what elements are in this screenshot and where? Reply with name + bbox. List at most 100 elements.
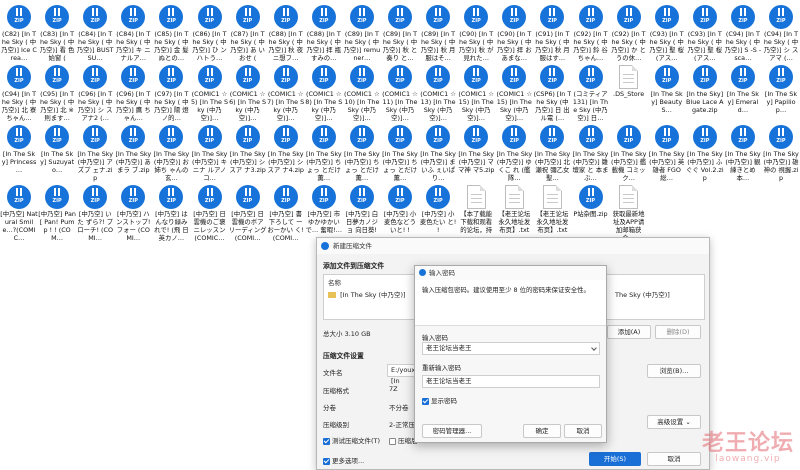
zip-file-item[interactable]: ZIP (C90) [In The Sky ( 中乃空)] 秋 が見れた… xyxy=(457,2,495,62)
zip-file-item[interactable]: ZIP (C89) [In The Sky ( 中乃空)] 秋 と 奏り と… xyxy=(381,2,419,62)
zip-file-item[interactable]: ZIP (C83) [In The Sky ( 中乃空)] 看 色始窗 ( xyxy=(38,2,76,62)
show-password-checkbox[interactable]: 显示密码 xyxy=(422,395,457,405)
zip-file-item[interactable]: ZIP [In The Sky (中乃空)] 英雄者 FGO総… xyxy=(648,122,686,182)
browse-button[interactable]: 浏览(B)... xyxy=(647,364,701,378)
zip-file-item[interactable]: ZIP [In the Sky] Blue Lace Agate.zip xyxy=(686,62,724,122)
zip-file-item[interactable]: ZIP (C88) [In The Sky ( 中乃空)] 拝 瓶すみの… xyxy=(305,2,343,62)
zip-file-item[interactable]: ZIP (C88) [In The Sky ( 中乃空)] 秋 夜ニ想フ… xyxy=(267,2,305,62)
zip-file-item[interactable]: ZIP [In The Sky] Suzuyato… xyxy=(38,122,76,182)
name-column-header[interactable]: 名称 xyxy=(328,277,341,287)
zip-file-item[interactable]: ZIP (C90) [In The Sky ( 中乃空)] 拝 おあまな… xyxy=(495,2,533,62)
volume-select[interactable]: 不分卷 xyxy=(389,402,409,412)
add-button[interactable]: 添加(A) xyxy=(607,325,651,339)
zip-file-item[interactable]: ZIP (CSP6) [In The Sky (中乃空)] 日 出ル電 (… xyxy=(533,62,571,122)
zip-file-item[interactable]: ZIP [In The Sky (中乃空)] キニナ ルアノコ… xyxy=(191,122,229,182)
document-file-item[interactable]: 【本了载能 下载和观看 的论坛，持 xyxy=(457,182,495,242)
zip-file-item[interactable]: ZIP P站杂图.zip xyxy=(572,182,610,242)
zip-file-item[interactable]: ZIP [中乃空] 小 麦色たい と! ! xyxy=(419,182,457,242)
zip-file-item[interactable]: ZIP [In The Sky] Beauty S… xyxy=(648,62,686,122)
zip-file-item[interactable]: ZIP (C93) [In The Sky ( 中乃空)] 聖 桜 (アス… xyxy=(686,2,724,62)
advanced-settings-button[interactable]: 高级设置 ⌄ xyxy=(647,415,701,429)
password-input[interactable]: 老王论坛当老王 xyxy=(422,342,600,355)
zip-file-item[interactable]: ZIP [中乃空] Pan[ Pan! Pump ! ! (COM… xyxy=(38,182,76,242)
zip-file-item[interactable]: ZIP (C97) [In The Sky ( 中乃空)] 陽 燈ノ的… xyxy=(152,62,190,122)
document-file-item[interactable]: .DS_Store xyxy=(610,62,648,122)
zip-file-item[interactable]: ZIP [In The Sky (中乃空)] ちょっ とだけ薫… xyxy=(381,122,419,182)
zip-file-item[interactable]: ZIP [In The Sky] Emerald… xyxy=(724,62,762,122)
dialog-ok-button[interactable]: 确定 xyxy=(523,424,561,438)
zip-file-item[interactable]: ZIP [In The Sky (中乃空)] アズプ ェナ.zip xyxy=(76,122,114,182)
compress-window-titlebar[interactable]: 新建压缩文件 xyxy=(317,238,709,254)
zip-file-item[interactable]: ZIP (C93) [In The Sky ( 中乃空)] 聖 桜 (アス… xyxy=(648,2,686,62)
zip-file-item[interactable]: ZIP (COMIC1 ☆15) [In The Sky (中乃空)]… xyxy=(457,62,495,122)
zip-file-item[interactable]: ZIP [In The Sky (中乃空)] 北瀬祝 彌乙女聖… xyxy=(533,122,571,182)
password-manager-button[interactable]: 密码管理器... xyxy=(422,424,482,438)
test-archive-checkbox[interactable]: 测试压缩文件(T) xyxy=(323,435,380,445)
zip-file-item[interactable]: ZIP [In The Sky (中乃空)] 艦載機 コミック… xyxy=(610,122,648,182)
zip-file-item[interactable]: ZIP [中乃空] は んなり緑み れで! (飛 日英カノ… xyxy=(152,182,190,242)
format-select[interactable]: 7Z xyxy=(389,385,398,393)
password-dialog-titlebar[interactable]: 输入密码 xyxy=(415,266,606,280)
zip-file-item[interactable]: ZIP [中乃空] ハ ンストップ! フォー (COMI… xyxy=(114,182,152,242)
zip-file-item[interactable]: ZIP [In The Sky (中乃空)] まいふ ぇいぱり… xyxy=(419,122,457,182)
zip-file-item[interactable]: ZIP [In The Sky (中乃空)] 観練きとめ 本… xyxy=(724,122,762,182)
zip-file-item[interactable]: ZIP (C82) [In The Sky ( 中乃空)] Ice Crea… xyxy=(0,2,38,62)
zip-file-item[interactable]: ZIP (COMIC1 ☆15) [In The Sky (中乃空)]… xyxy=(495,62,533,122)
zip-file-item[interactable]: ZIP (COMIC1 ☆10) [In The Sky (中乃空)]… xyxy=(343,62,381,122)
zip-file-item[interactable]: ZIP (C94) [In The Sky ( 中乃空)] シ スアマ (… xyxy=(762,2,800,62)
zip-file-item[interactable]: ZIP (COMIC1 ☆6) [In The Sky (中乃空)]… xyxy=(229,62,267,122)
zip-file-item[interactable]: ZIP [中乃空] 小 麦色などう いと! ! xyxy=(381,182,419,242)
zip-file-item[interactable]: ZIP [In The Sky (中乃空)] あまラ ブ.zip xyxy=(114,122,152,182)
zip-file-item[interactable]: ZIP [In The Sky (中乃空)] ちょっ とだけ薫… xyxy=(343,122,381,182)
chevron-down-icon[interactable] xyxy=(591,345,597,351)
zip-file-item[interactable]: ZIP [中乃空] 日 雲機のボア リーディング (COMI… xyxy=(229,182,267,242)
zip-file-item[interactable]: ZIP (C84) [In The Sky ( 中乃空)] BUST SU… xyxy=(76,2,114,62)
zip-file-item[interactable]: ZIP (C96) [In The Sky ( 中乃空)] シ スアナ2 (… xyxy=(76,62,114,122)
document-file-item[interactable]: 【老王论坛 永久地址发 布页】.txt xyxy=(495,182,533,242)
zip-file-item[interactable]: ZIP (C89) [In The Sky ( 中乃空)] remuner… xyxy=(343,2,381,62)
zip-file-item[interactable]: ZIP (C94) [In The Sky ( 中乃空)] 北 寮ちゃん… xyxy=(0,62,38,122)
zip-file-item[interactable]: ZIP [In The Sky (中乃空)] ゆくこ れ (艦隊… xyxy=(495,122,533,182)
zip-file-item[interactable]: ZIP [In The Sky (中乃空)] シスア ナ4.zip xyxy=(267,122,305,182)
zip-file-item[interactable]: ZIP [In The Sky (中乃空)] お姉ち ゃんの玄… xyxy=(152,122,190,182)
zip-file-item[interactable]: ZIP (COMIC1 ☆8) [In The Sky (中乃空)]… xyxy=(305,62,343,122)
zip-file-item[interactable]: ZIP [In The Sky (中乃空)] ママ神 マ5.zip xyxy=(457,122,495,182)
zip-file-item[interactable]: ZIP [中乃空] いた ずら?! プ ローチ! (COMI… xyxy=(76,182,114,242)
zip-file-item[interactable]: ZIP (C85) [In The Sky ( 中乃空)] 金 髪ぬとの… xyxy=(152,2,190,62)
zip-file-item[interactable]: ZIP (C95) [In The Sky ( 中乃空)] 北 ※則ます… xyxy=(38,62,76,122)
zip-file-item[interactable]: ZIP [In The Sky] Papilio p… xyxy=(762,62,800,122)
zip-file-item[interactable]: ZIP (C96) [In The Sky ( 中乃空)] 鷹 ちゃん… xyxy=(114,62,152,122)
zip-file-item[interactable]: ZIP (COMIC1 ☆11) [In The Sky (中乃空)]… xyxy=(381,62,419,122)
zip-file-item[interactable]: ZIP (C92) [In The Sky ( 中乃空)] か とうの休… xyxy=(610,2,648,62)
zip-file-item[interactable]: ZIP (COMIC1 ☆5) [In The Sky (中乃空)]… xyxy=(191,62,229,122)
zip-file-item[interactable]: ZIP (C86) [In The Sky ( 中乃空)] ひ ンハトう… xyxy=(191,2,229,62)
zip-file-item[interactable]: ZIP [In The Sky (中乃空)] ちょっ とだけ薫… xyxy=(305,122,343,182)
zip-file-item[interactable]: ZIP (C92) [In The Sky ( 中乃空)] 鈴 谷ちゃん… xyxy=(572,2,610,62)
zip-file-item[interactable]: ZIP [中乃空] 市 ゆかゆかいで… 奮暇!… xyxy=(305,182,343,242)
zip-file-item[interactable]: ZIP [In The Sky (中乃空)] ふぐぐ Vol.2.zip xyxy=(686,122,724,182)
zip-file-item[interactable]: ZIP [中乃空] 日 雲機のご褒 ニレッスン (COMIC… xyxy=(191,182,229,242)
zip-file-item[interactable]: ZIP [In The Sky (中乃空)] 雛壇家 と 本まぶ… xyxy=(572,122,610,182)
zip-file-item[interactable]: ZIP [In The Sky] Princess … xyxy=(0,122,38,182)
zip-file-item[interactable]: ZIP (C87) [In The Sky ( 中乃空)] あ いおせ ( xyxy=(229,2,267,62)
zip-file-item[interactable]: ZIP [中乃空] 白 日夢カノジョ 向日葵! xyxy=(343,182,381,242)
confirm-password-input[interactable]: 老王论坛当老王 xyxy=(422,375,600,388)
zip-file-item[interactable]: ZIP (COMIC1 ☆13) [In The Sky (中乃空)]… xyxy=(419,62,457,122)
more-options-toggle[interactable]: 更多选项... xyxy=(323,455,364,465)
zip-file-item[interactable]: ZIP (C89) [In The Sky ( 中乃空)] 秋 月服はそ… xyxy=(419,2,457,62)
zip-file-item[interactable]: ZIP (C84) [In The Sky ( 中乃空)] キ ニナルア… xyxy=(114,2,152,62)
start-button[interactable]: 开始(S) xyxy=(589,452,641,466)
document-file-item[interactable]: 获取最新地 址及APP请 加邮箱获合… xyxy=(610,182,648,242)
dialog-cancel-button[interactable]: 取消 xyxy=(564,424,602,438)
document-file-item[interactable]: 【老王论坛 永久地址发 布页】.txt xyxy=(533,182,571,242)
zip-file-item[interactable]: ZIP (C91) [In The Sky ( 中乃空)] 秋 月服はす… xyxy=(533,2,571,62)
zip-file-item[interactable]: ZIP [中乃空] 書 下ろして ーおーかい く! (COMI… xyxy=(267,182,305,242)
window-cancel-button[interactable]: 取消 xyxy=(647,452,701,466)
file-name-input[interactable]: E:/youxi\[In xyxy=(387,364,419,385)
zip-file-item[interactable]: ZIP [In The Sky (中乃空)] 雄神の 視握.zip xyxy=(762,122,800,182)
zip-file-item[interactable]: ZIP (C94) [In The Sky ( 中乃空)] S -S -sca… xyxy=(724,2,762,62)
zip-file-item[interactable]: ZIP (コミティア131) [In The Sky (中乃空)] 日… xyxy=(572,62,610,122)
zip-file-item[interactable]: ZIP [中乃空] Natural Smile…?(COMIC… xyxy=(0,182,38,242)
delete-button[interactable]: 删除(D) xyxy=(655,325,701,339)
zip-file-item[interactable]: ZIP (COMIC1 ☆7) [In The Sky (中乃空)]… xyxy=(267,62,305,122)
